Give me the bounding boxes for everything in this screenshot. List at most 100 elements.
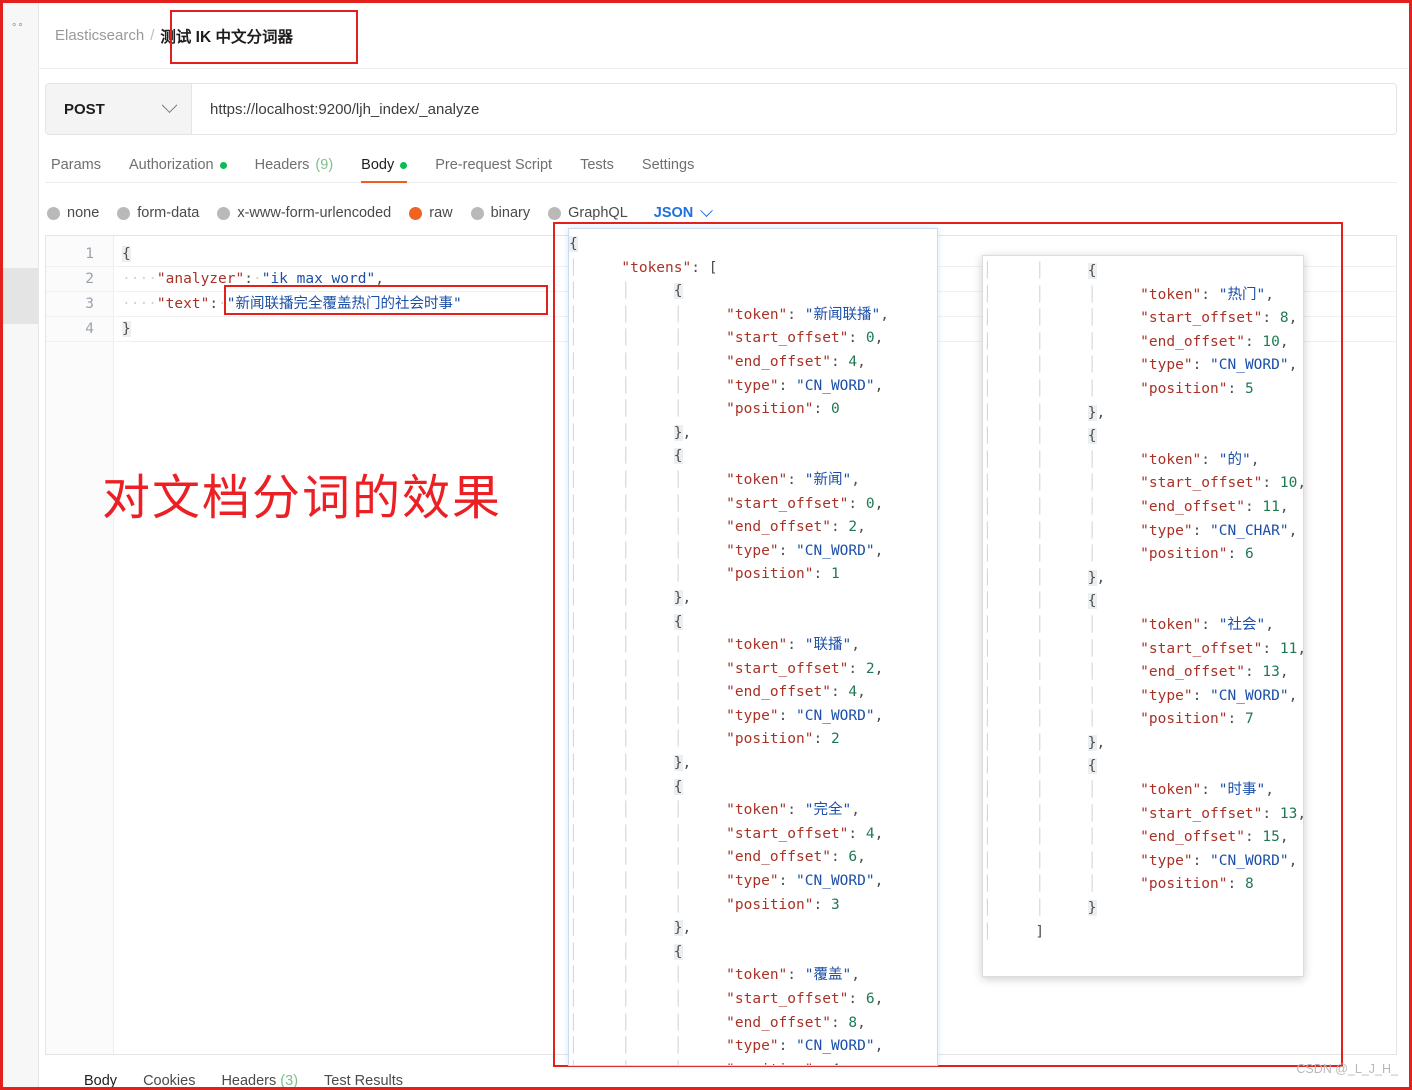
line-number: 3 bbox=[85, 295, 94, 312]
json-line: │ │ │ "token": "新闻联播", bbox=[569, 306, 889, 323]
radio-label: raw bbox=[429, 205, 453, 221]
json-line: │ │ │ "type": "CN_WORD", bbox=[983, 357, 1298, 374]
json-line: │ │ │ "start_offset": 13, bbox=[983, 805, 1303, 822]
radio-label: none bbox=[67, 205, 100, 221]
chevron-down-icon bbox=[161, 96, 178, 113]
url-input[interactable]: https://localhost:9200/ljh_index/_analyz… bbox=[192, 84, 1396, 134]
json-line: │ │ │ "position": 6 bbox=[983, 546, 1254, 563]
json-line: │ │ │ "position": 5 bbox=[983, 380, 1254, 397]
json-line: │ │ │ "type": "CN_WORD", bbox=[569, 1038, 884, 1055]
url-text: https://localhost:9200/ljh_index/_analyz… bbox=[210, 100, 480, 118]
tab-label: Pre-request Script bbox=[435, 157, 553, 173]
json-line: │ │ │ "start_offset": 6, bbox=[569, 991, 884, 1007]
json-line: │ │ │ "start_offset": 10, bbox=[983, 475, 1303, 492]
json-line: │ │ │ "type": "CN_WORD", bbox=[569, 377, 884, 394]
tab-body[interactable]: Body bbox=[361, 157, 408, 183]
radio-label: binary bbox=[490, 205, 531, 221]
method-selector[interactable]: POST bbox=[46, 84, 192, 134]
tab-authorization[interactable]: Authorization bbox=[129, 157, 227, 182]
tab-label: Settings bbox=[641, 157, 695, 173]
radio-label: form-data bbox=[137, 205, 200, 221]
radio-raw[interactable]: raw bbox=[409, 205, 453, 221]
json-line: │ │ │ "type": "CN_CHAR", bbox=[983, 522, 1298, 539]
json-line: │ │ } bbox=[983, 900, 1097, 917]
tab-tests[interactable]: Tests bbox=[580, 157, 614, 182]
json-line: │ ] bbox=[983, 923, 1045, 940]
json-line: │ │ │ "position": 2 bbox=[569, 731, 840, 748]
radio-graphql[interactable]: GraphQL bbox=[548, 205, 628, 221]
json-line: │ │ │ "start_offset": 2, bbox=[569, 660, 884, 677]
radio-icon bbox=[117, 206, 131, 220]
left-rail: °° bbox=[3, 3, 39, 1087]
json-line: │ │ }, bbox=[983, 734, 1106, 751]
json-line: │ │ }, bbox=[569, 589, 692, 606]
breadcrumb-root[interactable]: Elasticsearch bbox=[55, 27, 144, 44]
json-line: │ │ { bbox=[569, 943, 683, 960]
response-json-left: {│ "tokens": [│ │ {│ │ │ "token": "新闻联播"… bbox=[569, 229, 937, 1065]
json-line: │ │ │ "end_offset": 4, bbox=[569, 684, 866, 701]
editor-gutter bbox=[46, 236, 114, 1054]
request-title[interactable]: 测试 IK 中文分词器 bbox=[160, 25, 293, 47]
radio-icon bbox=[548, 206, 562, 220]
tab-label: Tests bbox=[580, 157, 614, 173]
tab-label: Headers bbox=[254, 157, 310, 173]
json-line: │ │ │ "position": 1 bbox=[569, 566, 840, 583]
screenshot-root: °° Elasticsearch / 测试 IK 中文分词器 POST http… bbox=[0, 0, 1412, 1090]
body-format-selector[interactable]: JSON bbox=[654, 203, 714, 221]
json-line: │ │ │ "start_offset": 0, bbox=[569, 330, 884, 347]
tab-settings[interactable]: Settings bbox=[642, 157, 694, 182]
radio-x-www-form-urlencoded[interactable]: x-www-form-urlencoded bbox=[217, 205, 391, 221]
radio-none[interactable]: none bbox=[47, 205, 99, 221]
json-line: │ │ { bbox=[569, 613, 683, 630]
response-tab-headers[interactable]: Headers (3) bbox=[221, 1073, 298, 1089]
tab-label: Body bbox=[361, 157, 395, 173]
json-line: │ │ }, bbox=[983, 569, 1106, 586]
request-tabs: Params Authorization Headers (9) Body Pr… bbox=[45, 135, 1397, 183]
text-value: "新闻联播完全覆盖热门的社会时事" bbox=[226, 295, 462, 312]
url-bar: POST https://localhost:9200/ljh_index/_a… bbox=[45, 83, 1397, 135]
json-line: │ │ { bbox=[983, 263, 1097, 279]
tab-label: Authorization bbox=[128, 157, 214, 173]
rail-active-block[interactable] bbox=[3, 268, 38, 324]
json-line: │ │ │ "position": 0 bbox=[569, 401, 840, 418]
json-line: │ │ │ "end_offset": 13, bbox=[983, 664, 1289, 681]
response-body-panel[interactable]: {│ "tokens": [│ │ {│ │ │ "token": "新闻联播"… bbox=[568, 228, 938, 1066]
json-line: │ │ │ "position": 7 bbox=[983, 711, 1254, 728]
radio-binary[interactable]: binary bbox=[470, 205, 531, 221]
json-line: │ │ }, bbox=[569, 424, 692, 441]
rail-dots-icon[interactable]: °° bbox=[12, 23, 25, 34]
json-line: │ │ { bbox=[569, 448, 683, 465]
json-line: │ │ │ "token": "时事", bbox=[983, 782, 1274, 799]
json-line: │ │ │ "end_offset": 8, bbox=[569, 1014, 866, 1031]
json-line: │ │ │ "token": "联播", bbox=[569, 637, 860, 654]
tab-headers[interactable]: Headers (9) bbox=[255, 157, 334, 182]
json-line: │ │ │ "position": 8 bbox=[983, 876, 1254, 893]
response-tab-test-results[interactable]: Test Results bbox=[324, 1073, 403, 1089]
line-number: 1 bbox=[85, 245, 94, 262]
json-line: { bbox=[569, 236, 578, 252]
tab-params[interactable]: Params bbox=[51, 157, 101, 182]
method-label: POST bbox=[64, 100, 105, 118]
json-line: │ │ }, bbox=[569, 920, 692, 937]
annotation-note: 对文档分词的效果 bbox=[102, 470, 503, 526]
chevron-down-icon bbox=[700, 203, 714, 217]
json-line: │ │ │ "start_offset": 0, bbox=[569, 495, 884, 512]
tab-pre-request-script[interactable]: Pre-request Script bbox=[435, 157, 552, 182]
json-line: │ │ │ "end_offset": 4, bbox=[569, 353, 866, 370]
tab-count: (9) bbox=[315, 157, 334, 173]
tab-label: Params bbox=[51, 157, 101, 173]
json-line: │ │ │ "token": "热门", bbox=[983, 286, 1274, 303]
watermark: CSDN @_L_J_H_ bbox=[1296, 1062, 1398, 1076]
response-tab-body[interactable]: Body bbox=[84, 1073, 117, 1089]
response-body-panel-overlay[interactable]: │ │ { │ │ │ "token": "热门", │ │ │ "start_of… bbox=[982, 255, 1304, 977]
response-tabs: Body Cookies Headers (3) Test Results bbox=[84, 1073, 403, 1089]
json-line: │ │ { bbox=[983, 758, 1097, 775]
json-line: │ │ │ "token": "的", bbox=[983, 451, 1260, 468]
radio-label: x-www-form-urlencoded bbox=[237, 205, 392, 221]
json-line: │ │ │ "type": "CN_WORD", bbox=[983, 852, 1298, 869]
radio-form-data[interactable]: form-data bbox=[117, 205, 199, 221]
response-tab-cookies[interactable]: Cookies bbox=[143, 1073, 195, 1089]
json-line: │ │ │ "token": "社会", bbox=[983, 616, 1274, 633]
line-number: 2 bbox=[85, 270, 94, 287]
json-line: │ │ │ "position": 3 bbox=[569, 896, 840, 913]
